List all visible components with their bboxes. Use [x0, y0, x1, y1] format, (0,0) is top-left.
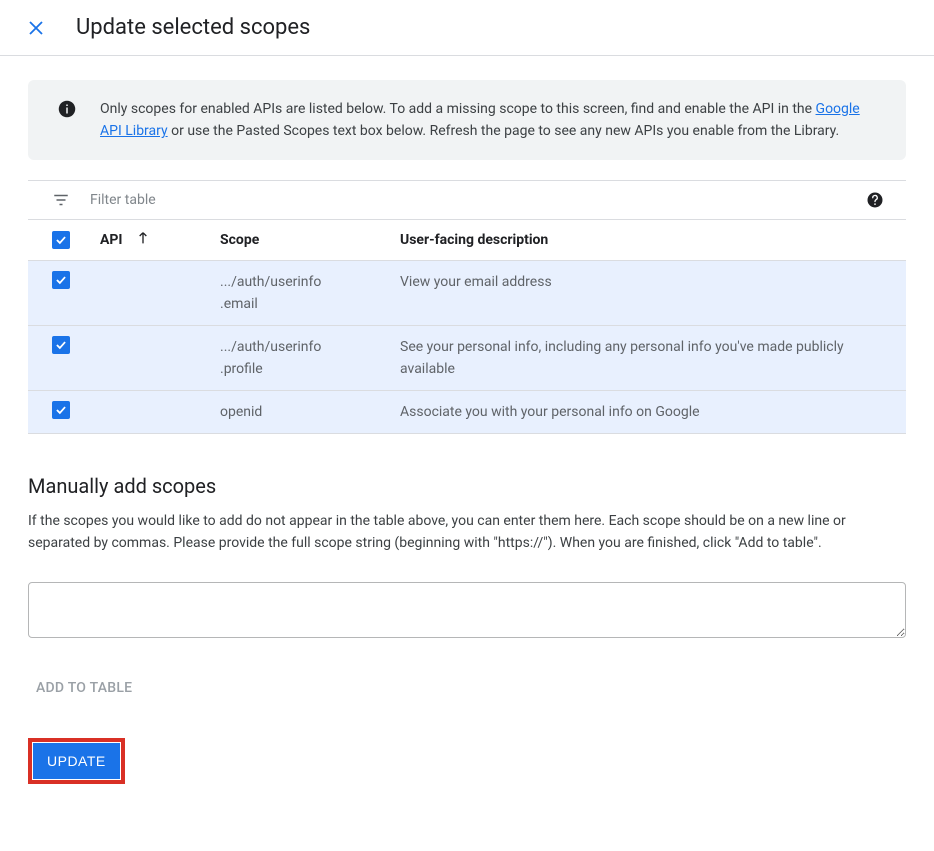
- manual-section-description: If the scopes you would like to add do n…: [28, 510, 906, 554]
- table-row: .../auth/userinfo .profile See your pers…: [28, 326, 906, 391]
- th-description[interactable]: User-facing description: [388, 220, 906, 261]
- cell-description: View your email address: [388, 261, 906, 326]
- scopes-table-wrap: Filter table API: [28, 180, 906, 434]
- row-checkbox[interactable]: [52, 401, 70, 419]
- manual-scopes-textarea[interactable]: [28, 582, 906, 638]
- filter-bar: Filter table: [28, 181, 906, 220]
- info-icon: [58, 100, 76, 118]
- th-api[interactable]: API: [100, 232, 123, 248]
- th-scope[interactable]: Scope: [208, 220, 388, 261]
- dialog-header: Update selected scopes: [0, 0, 934, 56]
- scopes-table: API Scope User-facing description: [28, 220, 906, 434]
- close-button[interactable]: [24, 16, 48, 40]
- update-button[interactable]: UPDATE: [33, 743, 120, 779]
- manual-section-title: Manually add scopes: [28, 474, 906, 498]
- dialog-body: Only scopes for enabled APIs are listed …: [0, 56, 934, 812]
- close-icon: [27, 19, 45, 37]
- cell-api: [88, 391, 208, 434]
- filter-input[interactable]: Filter table: [90, 192, 866, 208]
- cell-description: Associate you with your personal info on…: [388, 391, 906, 434]
- cell-scope: .../auth/userinfo .email: [208, 261, 388, 326]
- update-button-highlight: UPDATE: [28, 738, 125, 784]
- cell-scope: .../auth/userinfo .profile: [208, 326, 388, 391]
- cell-api: [88, 261, 208, 326]
- page-title: Update selected scopes: [76, 15, 310, 40]
- info-text-post: or use the Pasted Scopes text box below.…: [171, 123, 839, 139]
- table-row: openid Associate you with your personal …: [28, 391, 906, 434]
- add-to-table-button[interactable]: ADD TO TABLE: [28, 670, 140, 706]
- info-banner: Only scopes for enabled APIs are listed …: [28, 80, 906, 160]
- select-all-checkbox[interactable]: [52, 231, 70, 249]
- cell-description: See your personal info, including any pe…: [388, 326, 906, 391]
- cell-scope: openid: [208, 391, 388, 434]
- row-checkbox[interactable]: [52, 336, 70, 354]
- row-checkbox[interactable]: [52, 271, 70, 289]
- sort-asc-icon[interactable]: [135, 230, 151, 250]
- footer-bar: UPDATE: [28, 738, 906, 784]
- cell-api: [88, 326, 208, 391]
- info-text: Only scopes for enabled APIs are listed …: [100, 98, 878, 142]
- help-icon[interactable]: [866, 191, 884, 209]
- table-row: .../auth/userinfo .email View your email…: [28, 261, 906, 326]
- info-text-pre: Only scopes for enabled APIs are listed …: [100, 101, 816, 117]
- filter-icon[interactable]: [52, 191, 70, 209]
